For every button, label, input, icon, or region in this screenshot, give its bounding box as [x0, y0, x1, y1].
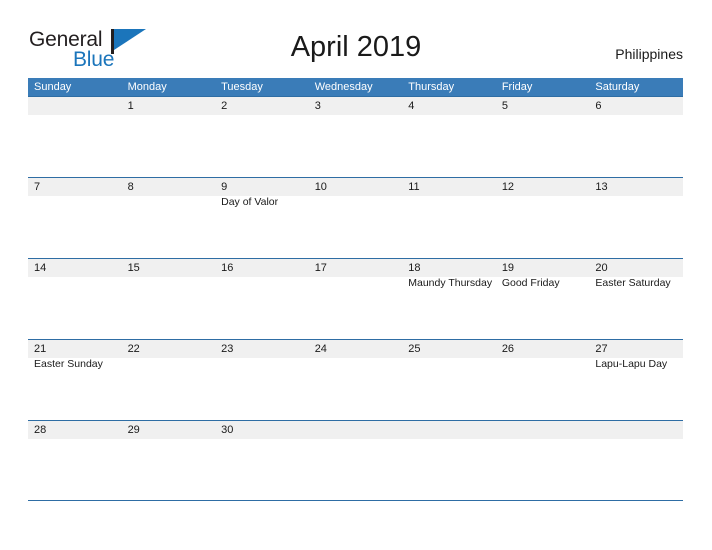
day-event: Easter Saturday [595, 277, 671, 289]
day-of-week-tuesday: Tuesday [221, 81, 263, 93]
day-cell[interactable]: 27 Lapu-Lapu Day [589, 340, 683, 420]
day-number: 25 [408, 343, 421, 355]
day-of-week-sunday: Sunday [34, 81, 72, 93]
day-cell[interactable]: 22 [122, 340, 216, 420]
day-number: 14 [34, 262, 47, 274]
day-cell[interactable]: 29 [122, 421, 216, 501]
day-number: 23 [221, 343, 234, 355]
day-cell[interactable]: 9 Day of Valor [215, 178, 309, 258]
day-number: 18 [408, 262, 421, 274]
day-cell[interactable]: 17 [309, 259, 403, 339]
day-event: Maundy Thursday [408, 277, 493, 289]
day-cell[interactable]: 19 Good Friday [496, 259, 590, 339]
day-cell[interactable] [309, 421, 403, 501]
day-event: Day of Valor [221, 196, 279, 208]
day-cell[interactable]: 15 [122, 259, 216, 339]
day-cell[interactable]: 3 [309, 97, 403, 177]
day-number: 1 [127, 100, 134, 112]
calendar-week-row: 1 2 3 4 5 6 [28, 96, 683, 177]
day-of-week-friday: Friday [501, 81, 533, 93]
day-number: 21 [34, 343, 47, 355]
day-cell[interactable] [28, 97, 122, 177]
day-cell[interactable]: 26 [496, 340, 590, 420]
day-cell[interactable]: 7 [28, 178, 122, 258]
day-of-week-saturday: Saturday [595, 81, 640, 93]
day-cell[interactable]: 10 [309, 178, 403, 258]
day-number: 24 [314, 343, 327, 355]
day-cell[interactable] [402, 421, 496, 501]
day-cell[interactable]: 6 [589, 97, 683, 177]
day-cell[interactable]: 18 Maundy Thursday [402, 259, 496, 339]
day-number: 12 [501, 181, 515, 193]
page-title: April 2019 [290, 31, 422, 63]
day-cell[interactable]: 14 [28, 259, 122, 339]
day-cell[interactable]: 5 [496, 97, 590, 177]
day-of-week-monday: Monday [127, 81, 167, 93]
day-cell[interactable]: 20 Easter Saturday [589, 259, 683, 339]
day-cell[interactable]: 11 [402, 178, 496, 258]
day-cell[interactable] [589, 421, 683, 501]
day-number: 26 [501, 343, 515, 355]
day-number: 27 [595, 343, 608, 355]
country-label: Philippines [615, 46, 683, 62]
day-number: 29 [127, 424, 140, 436]
day-number: 22 [127, 343, 140, 355]
day-of-week-header-row: Sunday Monday Tuesday Wednesday Thursday… [28, 78, 683, 96]
day-event: Good Friday [501, 277, 560, 289]
day-number: 4 [408, 100, 415, 112]
calendar-table: Sunday Monday Tuesday Wednesday Thursday… [28, 78, 683, 501]
day-cell[interactable]: 28 [28, 421, 122, 501]
day-number: 16 [221, 262, 234, 274]
day-cell[interactable]: 13 [589, 178, 683, 258]
calendar-week-row: 21 Easter Sunday 22 23 24 25 26 27 Lapu-… [28, 339, 683, 420]
day-cell[interactable]: 12 [496, 178, 590, 258]
day-cell[interactable] [496, 421, 590, 501]
day-number: 6 [595, 100, 602, 112]
day-number: 30 [221, 424, 234, 436]
day-number: 11 [408, 181, 420, 193]
day-number: 3 [314, 100, 321, 112]
day-number: 8 [127, 181, 134, 193]
day-number: 9 [221, 181, 228, 193]
day-cell[interactable]: 24 [309, 340, 403, 420]
day-number: 2 [221, 100, 228, 112]
day-event: Easter Sunday [34, 358, 103, 370]
day-cell[interactable]: 25 [402, 340, 496, 420]
day-cell[interactable]: 4 [402, 97, 496, 177]
day-number: 5 [501, 100, 508, 112]
day-cell[interactable]: 23 [215, 340, 309, 420]
day-number: 20 [595, 262, 608, 274]
day-cell[interactable]: 16 [215, 259, 309, 339]
day-cell[interactable]: 2 [215, 97, 309, 177]
day-cell[interactable]: 1 [122, 97, 216, 177]
day-number: 28 [34, 424, 47, 436]
day-cell[interactable]: 30 [215, 421, 309, 501]
day-number: 15 [127, 262, 140, 274]
day-of-week-thursday: Thursday [408, 81, 455, 93]
page-header: General Blue April 2019 Philippines [0, 0, 712, 78]
day-number: 10 [314, 181, 327, 193]
day-number: 13 [595, 181, 608, 193]
day-cell[interactable]: 8 [122, 178, 216, 258]
day-number: 17 [314, 262, 327, 274]
calendar-week-row: 28 29 30 [28, 420, 683, 501]
calendar-week-row: 7 8 9 Day of Valor 10 11 12 13 [28, 177, 683, 258]
day-event: Lapu-Lapu Day [595, 358, 668, 370]
day-number: 7 [34, 181, 41, 193]
day-of-week-wednesday: Wednesday [314, 81, 373, 93]
calendar-week-row: 14 15 16 17 18 Maundy Thursday 19 Good F… [28, 258, 683, 339]
day-cell[interactable]: 21 Easter Sunday [28, 340, 122, 420]
calendar-page: General Blue April 2019 Philippines Sund… [0, 0, 712, 550]
day-number: 19 [501, 262, 515, 274]
